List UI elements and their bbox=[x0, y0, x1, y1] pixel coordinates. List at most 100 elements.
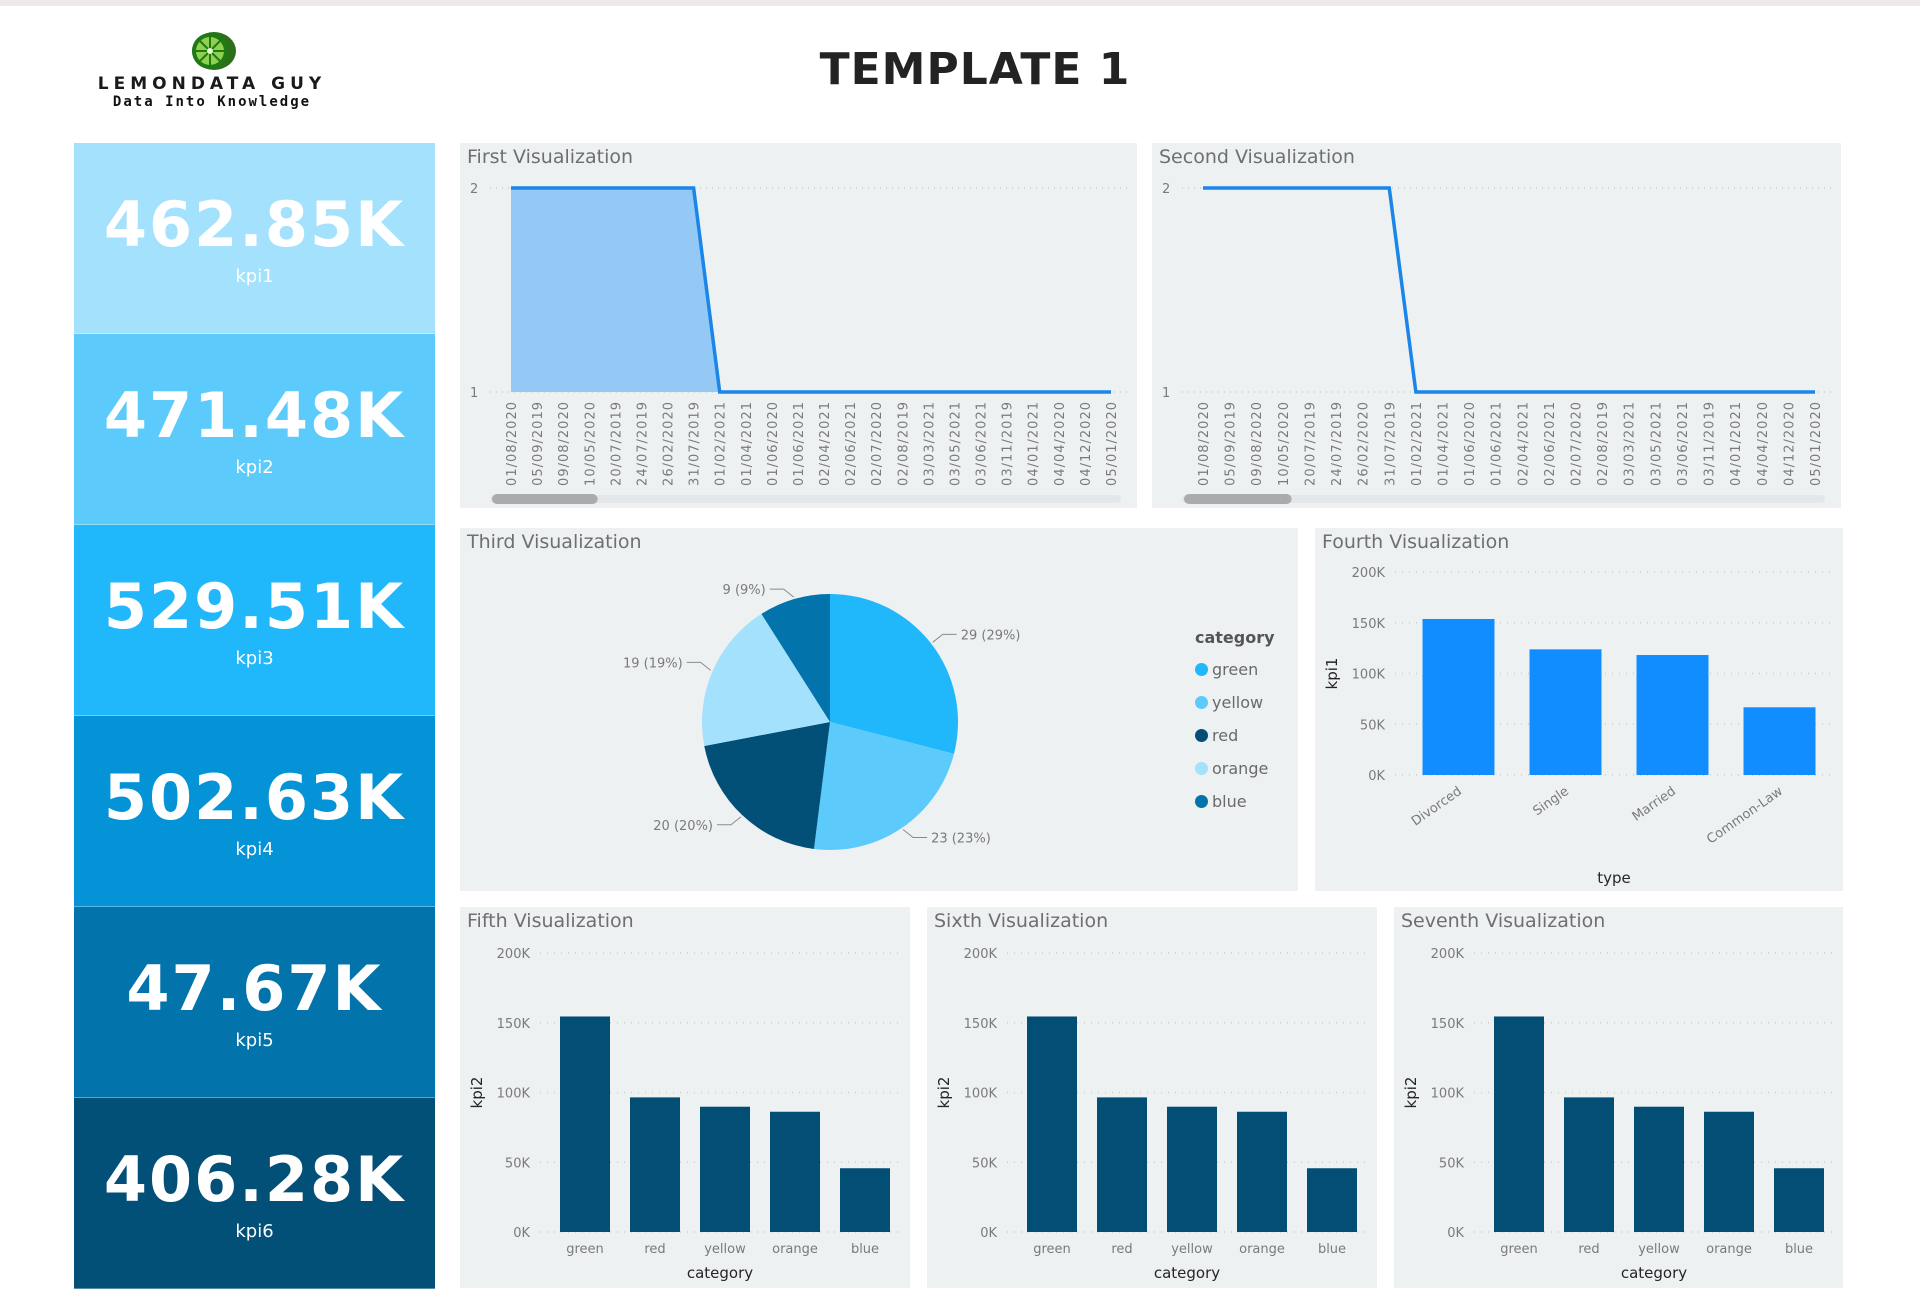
pie-data-label: 23 (23%) bbox=[931, 832, 991, 847]
x-tick-label: 03/11/2019 bbox=[1703, 401, 1718, 486]
x-tick-label: 24/07/2019 bbox=[635, 401, 650, 486]
x-tick-label: 03/06/2021 bbox=[975, 401, 990, 486]
seventh-visualization-panel[interactable]: 0K 50K 100K 150K 200K green red yellow orange blu… bbox=[1394, 907, 1843, 1288]
bar-yellow[interactable] bbox=[1634, 1106, 1684, 1232]
kpi-label: kpi2 bbox=[235, 456, 274, 478]
bar-orange[interactable] bbox=[1237, 1111, 1287, 1232]
x-tick-label: 10/05/2020 bbox=[1277, 401, 1292, 486]
bar-yellow[interactable] bbox=[700, 1106, 750, 1232]
x-tick-label: green bbox=[566, 1242, 604, 1257]
x-tick-label: yellow bbox=[1171, 1242, 1213, 1257]
legend-item-red[interactable]: red bbox=[1195, 719, 1275, 752]
bar-orange[interactable] bbox=[770, 1111, 820, 1232]
legend-dot bbox=[1195, 696, 1208, 709]
x-tick-label: 03/03/2021 bbox=[1623, 401, 1638, 486]
x-tick-label: yellow bbox=[1638, 1242, 1680, 1257]
scrollbar-thumb[interactable] bbox=[1184, 494, 1292, 504]
x-tick-label: red bbox=[1578, 1242, 1599, 1257]
scrollbar-thumb[interactable] bbox=[492, 494, 598, 504]
legend-dot bbox=[1195, 762, 1208, 775]
bar-blue[interactable] bbox=[1307, 1168, 1357, 1232]
legend-item-yellow[interactable]: yellow bbox=[1195, 686, 1275, 719]
fifth-visualization-chart: 0K 50K 100K 150K 200K green red yellow orange blu… bbox=[468, 947, 900, 1282]
y-tick-label: 50K bbox=[505, 1156, 531, 1171]
y-tick-label: 0K bbox=[1447, 1226, 1464, 1241]
pie-leader-line bbox=[902, 829, 928, 839]
x-tick-label: 04/04/2020 bbox=[1756, 401, 1771, 486]
y-tick-label: 200K bbox=[1352, 566, 1386, 581]
x-tick-label: 03/11/2019 bbox=[1001, 401, 1016, 486]
bar-yellow[interactable] bbox=[1167, 1106, 1217, 1232]
y-tick-label: 2 bbox=[1162, 182, 1170, 197]
legend-label: red bbox=[1212, 726, 1239, 745]
bar-orange[interactable] bbox=[1704, 1111, 1754, 1232]
x-tick-label: 02/04/2021 bbox=[1516, 401, 1531, 486]
fourth-visualization-panel[interactable]: 0K 50K 100K 150K 200K Divorced Single Married Co… bbox=[1315, 528, 1843, 891]
y-tick-label: 2 bbox=[470, 182, 478, 197]
bar-red[interactable] bbox=[1564, 1097, 1614, 1232]
kpi-card-4[interactable]: 502.63K kpi4 bbox=[74, 716, 435, 907]
y-tick-label: 100K bbox=[964, 1087, 998, 1102]
kpi-label: kpi3 bbox=[235, 647, 274, 669]
x-tick-label: 04/12/2020 bbox=[1782, 401, 1797, 486]
x-axis-title: category bbox=[1154, 1264, 1220, 1282]
pie-leader-line bbox=[686, 661, 712, 671]
panel-title: First Visualization bbox=[467, 146, 634, 168]
x-tick-label: 24/07/2019 bbox=[1330, 401, 1345, 486]
x-tick-label: 04/01/2021 bbox=[1027, 401, 1042, 486]
x-tick-label: 01/06/2020 bbox=[1463, 401, 1478, 486]
bar-blue[interactable] bbox=[840, 1168, 890, 1232]
x-tick-label: Common-Law bbox=[1704, 784, 1786, 848]
legend-item-orange[interactable]: orange bbox=[1195, 752, 1275, 785]
legend-title: category bbox=[1195, 628, 1275, 647]
y-tick-label: 0K bbox=[1368, 769, 1385, 784]
kpi-card-6[interactable]: 406.28K kpi6 bbox=[74, 1098, 435, 1289]
x-tick-label: blue bbox=[1318, 1242, 1346, 1257]
legend-item-green[interactable]: green bbox=[1195, 653, 1275, 686]
y-tick-label: 50K bbox=[1360, 718, 1386, 733]
y-tick-label: 0K bbox=[513, 1226, 530, 1241]
panel-title: Second Visualization bbox=[1159, 146, 1355, 168]
y-tick-label: 100K bbox=[1431, 1087, 1465, 1102]
x-axis-title: type bbox=[1597, 869, 1631, 887]
x-tick-label: 02/06/2021 bbox=[844, 401, 859, 486]
third-visualization-panel[interactable]: 29 (29%) 23 (23%) 20 (20%) 19 (19%) 9 (9%) T… bbox=[460, 528, 1298, 891]
panel-title: Fourth Visualization bbox=[1322, 531, 1510, 553]
second-visualization-panel[interactable]: 1 2 01/08/2020 05/09/2019 09/08/2020 10/05/20… bbox=[1152, 143, 1841, 508]
x-tick-label: 01/06/2021 bbox=[792, 401, 807, 486]
bar-green[interactable] bbox=[1494, 1016, 1544, 1232]
x-tick-label: 04/12/2020 bbox=[1079, 401, 1094, 486]
y-tick-label: 100K bbox=[497, 1087, 531, 1102]
x-tick-label: 26/02/2020 bbox=[662, 401, 677, 486]
fourth-visualization-chart: 0K 50K 100K 150K 200K Divorced Single Married Co… bbox=[1323, 566, 1833, 887]
kpi-card-2[interactable]: 471.48K kpi2 bbox=[74, 334, 435, 525]
pie-data-label: 29 (29%) bbox=[961, 628, 1021, 643]
kpi-card-3[interactable]: 529.51K kpi3 bbox=[74, 525, 435, 716]
kpi-card-5[interactable]: 47.67K kpi5 bbox=[74, 907, 435, 1098]
x-tick-label: 03/05/2021 bbox=[948, 401, 963, 486]
seventh-visualization-chart: 0K 50K 100K 150K 200K green red yellow orange blu… bbox=[1402, 947, 1834, 1282]
bar-red[interactable] bbox=[630, 1097, 680, 1232]
bar-common-law[interactable] bbox=[1743, 707, 1816, 775]
x-tick-label: 03/03/2021 bbox=[922, 401, 937, 486]
x-tick-label: 26/02/2020 bbox=[1357, 401, 1372, 486]
bar-single[interactable] bbox=[1529, 649, 1602, 775]
first-visualization-panel[interactable]: 1 2 01/08/2020 05/09/2019 09/08/2020 10/05/20… bbox=[460, 143, 1137, 508]
bar-divorced[interactable] bbox=[1422, 618, 1495, 775]
y-axis-title: kpi1 bbox=[1323, 658, 1341, 690]
fifth-visualization-panel[interactable]: 0K 50K 100K 150K 200K green red yellow orange blu… bbox=[460, 907, 910, 1288]
kpi-card-1[interactable]: 462.85K kpi1 bbox=[74, 143, 435, 334]
bar-green[interactable] bbox=[1027, 1016, 1077, 1232]
legend-dot bbox=[1195, 795, 1208, 808]
pie-data-label: 20 (20%) bbox=[653, 819, 713, 834]
x-tick-label: blue bbox=[851, 1242, 879, 1257]
bar-red[interactable] bbox=[1097, 1097, 1147, 1232]
bar-married[interactable] bbox=[1636, 655, 1709, 775]
bar-green[interactable] bbox=[560, 1016, 610, 1232]
bar-blue[interactable] bbox=[1774, 1168, 1824, 1232]
legend-item-blue[interactable]: blue bbox=[1195, 785, 1275, 818]
series-line bbox=[1203, 186, 1815, 394]
x-tick-label: red bbox=[1111, 1242, 1132, 1257]
logo: LEMONDATA GUY Data Into Knowledge bbox=[92, 30, 332, 120]
sixth-visualization-panel[interactable]: 0K 50K 100K 150K 200K green red yellow orange blu… bbox=[927, 907, 1377, 1288]
